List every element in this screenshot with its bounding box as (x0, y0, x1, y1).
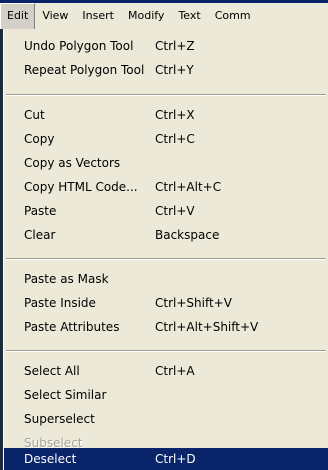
menu-item-shortcut: Ctrl+C (155, 132, 195, 146)
menu-item-label: Undo Polygon Tool (24, 39, 134, 53)
menu-item-shortcut: Ctrl+Alt+Shift+V (155, 320, 259, 334)
menu-item-paste[interactable]: Paste Ctrl+V (4, 200, 328, 222)
menu-item-copy[interactable]: Copy Ctrl+C (4, 128, 328, 150)
menu-item-label: Repeat Polygon Tool (24, 63, 145, 77)
menu-item-label: Paste Inside (24, 296, 96, 310)
menu-item-paste-attributes[interactable]: Paste Attributes Ctrl+Alt+Shift+V (4, 316, 328, 338)
menu-item-label: Deselect (24, 452, 77, 466)
menu-separator (6, 350, 326, 352)
menu-item-label: Copy HTML Code... (24, 180, 138, 194)
menu-item-shortcut: Ctrl+Z (155, 39, 195, 53)
menu-item-superselect[interactable]: Superselect (4, 408, 328, 430)
menu-item-label: Cut (24, 108, 45, 122)
menu-item-label: Superselect (24, 412, 95, 426)
menu-item-cut[interactable]: Cut Ctrl+X (4, 104, 328, 126)
edit-dropdown-menu: Undo Polygon Tool Ctrl+Z Repeat Polygon … (3, 29, 328, 470)
menu-item-copy-html-code[interactable]: Copy HTML Code... Ctrl+Alt+C (4, 176, 328, 198)
menu-item-label: Copy (24, 132, 55, 146)
menu-item-label: Clear (24, 228, 56, 242)
menu-item-label: Paste Attributes (24, 320, 120, 334)
menu-item-shortcut: Ctrl+D (155, 452, 196, 466)
menu-item-label: Select All (24, 364, 80, 378)
menu-bar: Edit View Insert Modify Text Comm (0, 3, 328, 29)
menu-item-shortcut: Ctrl+Shift+V (155, 296, 232, 310)
menu-commands[interactable]: Comm (208, 3, 258, 29)
menu-view[interactable]: View (35, 3, 75, 29)
menu-item-shortcut: Backspace (155, 228, 220, 242)
menu-item-copy-as-vectors[interactable]: Copy as Vectors (4, 152, 328, 174)
menu-text[interactable]: Text (171, 3, 207, 29)
menu-separator (6, 258, 326, 260)
menu-item-undo[interactable]: Undo Polygon Tool Ctrl+Z (4, 35, 328, 57)
menu-item-shortcut: Ctrl+Alt+C (155, 180, 222, 194)
menu-item-label: Select Similar (24, 388, 107, 402)
menu-item-repeat[interactable]: Repeat Polygon Tool Ctrl+Y (4, 59, 328, 81)
menu-item-label: Copy as Vectors (24, 156, 121, 170)
menu-item-shortcut: Ctrl+X (155, 108, 195, 122)
screen: Edit View Insert Modify Text Comm Undo P… (0, 0, 328, 470)
menu-item-shortcut: Ctrl+V (155, 204, 195, 218)
menu-separator (6, 94, 326, 96)
menu-modify[interactable]: Modify (121, 3, 171, 29)
menu-item-deselect[interactable]: Deselect Ctrl+D (4, 448, 328, 470)
menu-item-label: Paste (24, 204, 57, 218)
menu-item-shortcut: Ctrl+A (155, 364, 195, 378)
menu-item-paste-inside[interactable]: Paste Inside Ctrl+Shift+V (4, 292, 328, 314)
menu-item-label: Paste as Mask (24, 272, 109, 286)
menu-item-shortcut: Ctrl+Y (155, 63, 194, 77)
menu-item-clear[interactable]: Clear Backspace (4, 224, 328, 246)
menu-edit[interactable]: Edit (0, 3, 36, 29)
menu-item-paste-as-mask[interactable]: Paste as Mask (4, 268, 328, 290)
menu-insert[interactable]: Insert (75, 3, 121, 29)
menu-item-select-similar[interactable]: Select Similar (4, 384, 328, 406)
menu-item-select-all[interactable]: Select All Ctrl+A (4, 360, 328, 382)
